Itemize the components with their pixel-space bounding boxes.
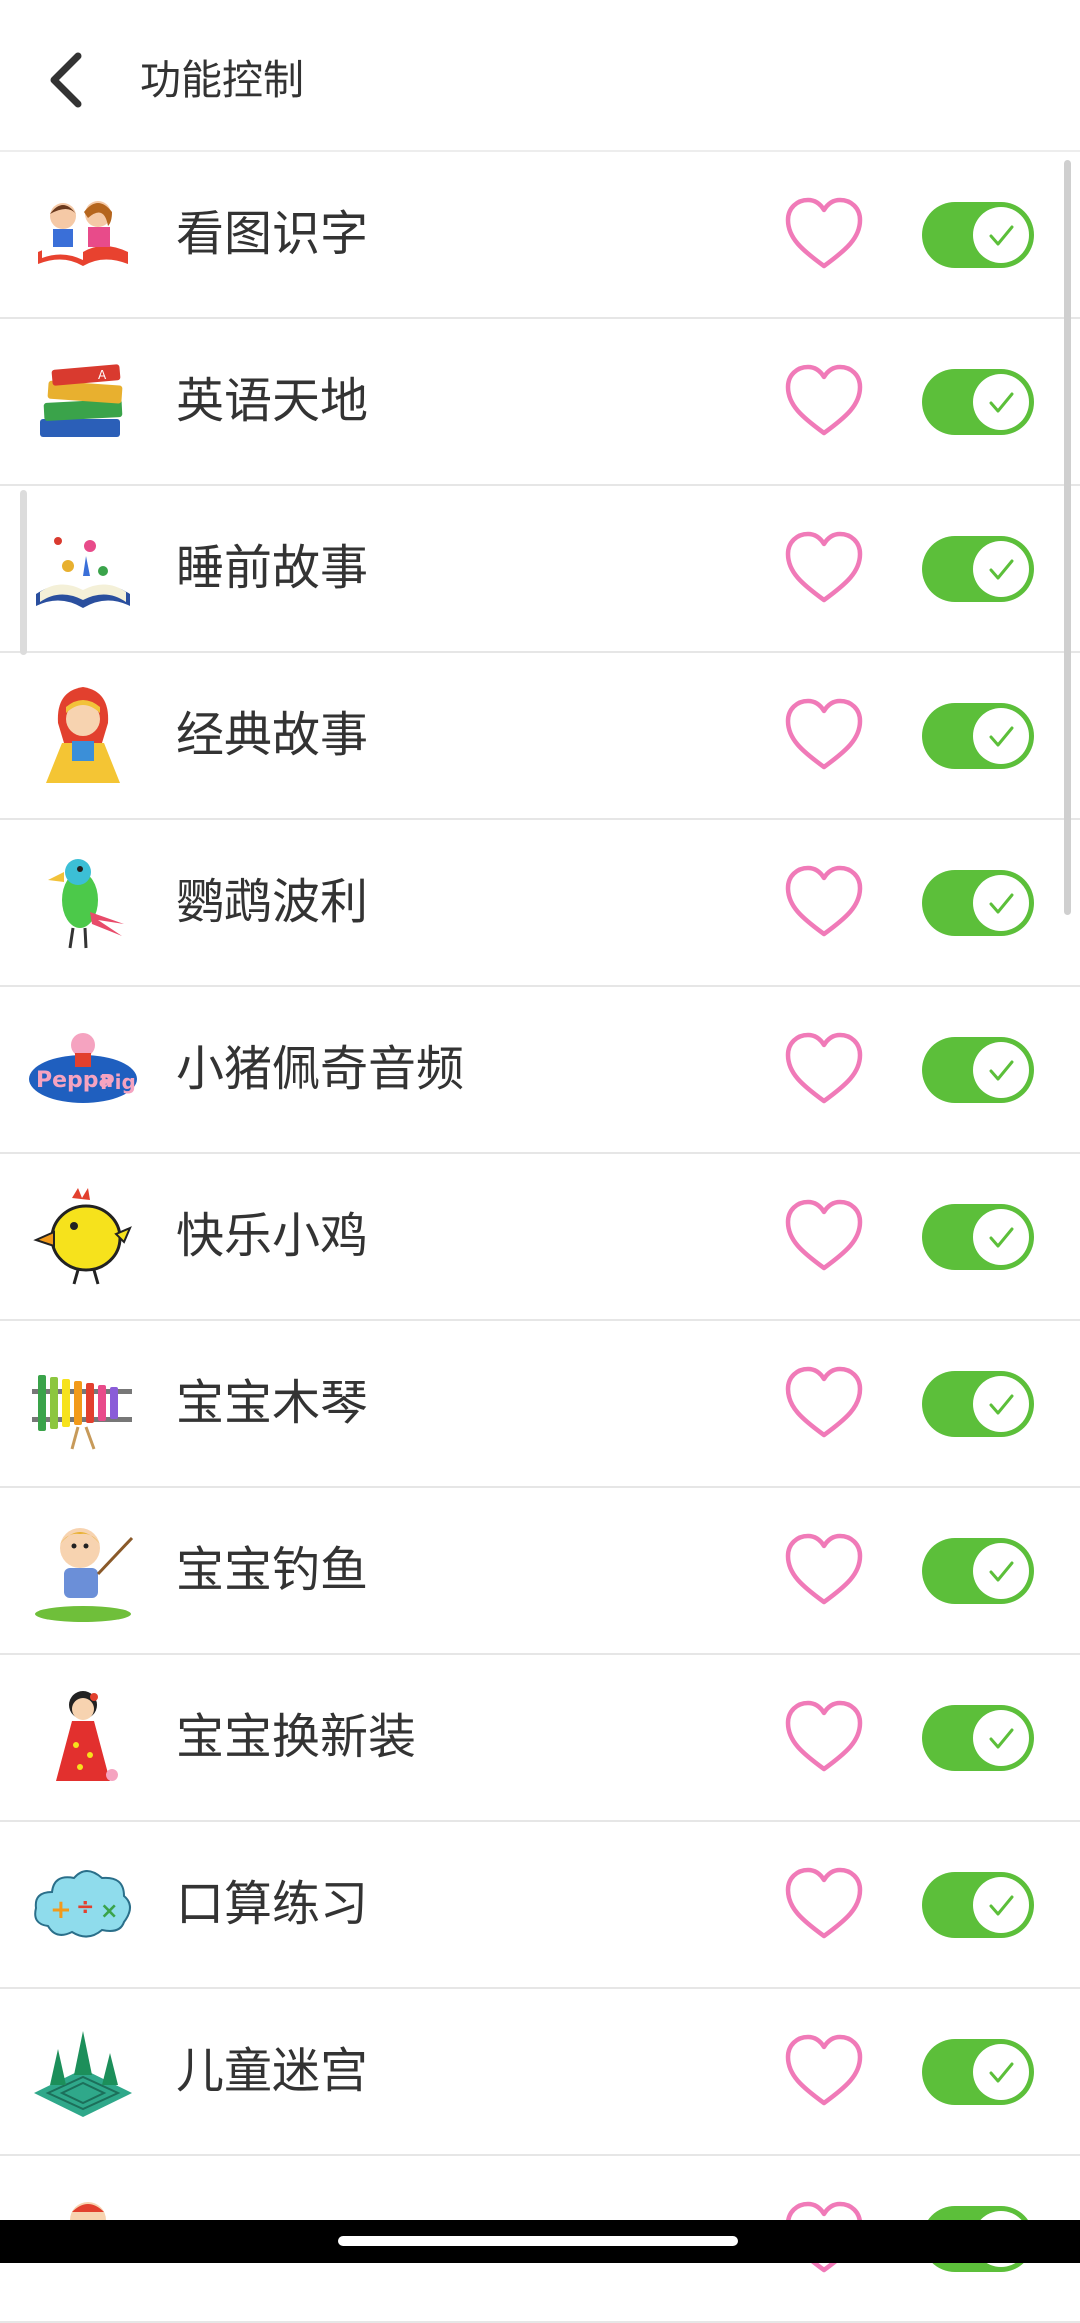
svg-text:+: + xyxy=(50,1895,72,1925)
enable-toggle[interactable] xyxy=(922,1872,1034,1938)
kids-reading-book-icon xyxy=(38,201,128,266)
heart-outline-icon[interactable] xyxy=(782,1363,866,1443)
checkmark-icon xyxy=(989,1060,1014,1081)
list-item: 睡前故事 xyxy=(0,486,1080,653)
checkmark-icon xyxy=(989,392,1014,413)
heart-outline-icon[interactable] xyxy=(782,1196,866,1276)
enable-toggle[interactable] xyxy=(922,369,1034,435)
svg-text:÷: ÷ xyxy=(76,1895,94,1920)
heart-outline-icon[interactable] xyxy=(782,2031,866,2111)
stacked-books-icon: A xyxy=(40,364,123,437)
scrollbar[interactable] xyxy=(1064,160,1071,915)
peppa-pig-icon: Peppa Pig xyxy=(29,1033,137,1103)
scroll-indicator xyxy=(20,490,27,655)
svg-text:Pig: Pig xyxy=(100,1070,136,1094)
item-label: 快乐小鸡 xyxy=(176,1208,369,1264)
list-item: Peppa Pig 小猪佩奇音频 xyxy=(0,987,1080,1154)
heart-outline-icon[interactable] xyxy=(782,1864,866,1944)
heart-outline-icon[interactable] xyxy=(782,194,866,274)
feature-list: 看图识字 A 英语天地 睡前故事 经典故事 鹦鹉波利 Peppa Pig 小猪佩… xyxy=(0,152,1080,2323)
dress-up-girl-icon xyxy=(56,1691,118,1781)
item-label: 宝宝钓鱼 xyxy=(176,1542,369,1598)
enable-toggle[interactable] xyxy=(922,1705,1034,1771)
list-item: A 英语天地 xyxy=(0,319,1080,486)
checkmark-icon xyxy=(989,893,1014,914)
parrot-icon xyxy=(48,859,124,949)
list-item: 宝宝木琴 xyxy=(0,1321,1080,1488)
enable-toggle[interactable] xyxy=(922,1371,1034,1437)
list-item: 快乐小鸡 xyxy=(0,1154,1080,1321)
chevron-left-icon xyxy=(50,52,82,108)
enable-toggle[interactable] xyxy=(922,1538,1034,1604)
checkmark-icon xyxy=(989,225,1014,246)
list-item: 宝宝换新装 xyxy=(0,1655,1080,1822)
heart-outline-icon[interactable] xyxy=(782,528,866,608)
boy-fishing-icon xyxy=(35,1528,134,1622)
enable-toggle[interactable] xyxy=(922,870,1034,936)
heart-outline-icon[interactable] xyxy=(782,862,866,942)
list-item: 宝宝钓鱼 xyxy=(0,1488,1080,1655)
list-item: 儿童迷宫 xyxy=(0,1989,1080,2156)
item-label: 口算练习 xyxy=(176,1876,369,1932)
svg-text:A: A xyxy=(98,368,107,382)
enable-toggle[interactable] xyxy=(922,1037,1034,1103)
item-label: 看图识字 xyxy=(176,206,369,262)
checkmark-icon xyxy=(989,1394,1014,1415)
enable-toggle[interactable] xyxy=(922,202,1034,268)
math-cloud-icon: + ÷ × xyxy=(34,1870,131,1938)
back-button[interactable] xyxy=(40,50,100,110)
red-riding-hood-icon xyxy=(46,687,120,783)
enable-toggle[interactable] xyxy=(922,536,1034,602)
enable-toggle[interactable] xyxy=(922,703,1034,769)
item-label: 小猪佩奇音频 xyxy=(176,1041,465,1097)
header-bar: 功能控制 xyxy=(0,0,1080,150)
list-item: 看图识字 xyxy=(0,152,1080,319)
heart-outline-icon[interactable] xyxy=(782,361,866,441)
list-item: 鹦鹉波利 xyxy=(0,820,1080,987)
checkmark-icon xyxy=(989,2062,1014,2083)
heart-outline-icon[interactable] xyxy=(782,695,866,775)
home-indicator[interactable] xyxy=(338,2236,738,2246)
storybook-icon xyxy=(36,537,130,608)
item-label: 儿童迷宫 xyxy=(176,2043,369,2099)
item-label: 睡前故事 xyxy=(176,540,369,596)
xylophone-icon xyxy=(32,1375,132,1450)
item-label: 鹦鹉波利 xyxy=(176,874,369,930)
item-label: 宝宝木琴 xyxy=(176,1375,369,1431)
checkmark-icon xyxy=(989,1895,1014,1916)
item-label: 英语天地 xyxy=(176,373,369,429)
maze-icon xyxy=(34,2031,132,2117)
svg-text:×: × xyxy=(100,1899,118,1924)
list-item: 经典故事 xyxy=(0,653,1080,820)
checkmark-icon xyxy=(989,1561,1014,1582)
item-label: 宝宝换新装 xyxy=(176,1709,417,1765)
item-label: 经典故事 xyxy=(176,707,369,763)
heart-outline-icon[interactable] xyxy=(782,1029,866,1109)
heart-outline-icon[interactable] xyxy=(782,1530,866,1610)
enable-toggle[interactable] xyxy=(922,1204,1034,1270)
list-item: + ÷ × 口算练习 xyxy=(0,1822,1080,1989)
checkmark-icon xyxy=(989,559,1014,580)
heart-outline-icon[interactable] xyxy=(782,1697,866,1777)
enable-toggle[interactable] xyxy=(922,2039,1034,2105)
checkmark-icon xyxy=(989,1728,1014,1749)
chick-icon xyxy=(33,1188,132,1285)
page-title: 功能控制 xyxy=(140,56,304,104)
checkmark-icon xyxy=(989,726,1014,747)
checkmark-icon xyxy=(989,1227,1014,1248)
